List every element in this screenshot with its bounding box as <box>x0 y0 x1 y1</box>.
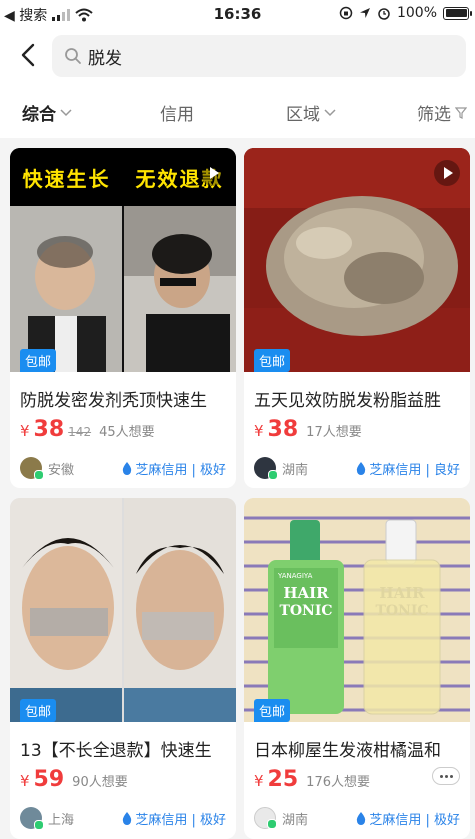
want-count: 17人想要 <box>306 425 362 440</box>
currency-symbol: ¥ <box>254 772 264 790</box>
product-image: 包邮 <box>10 498 236 722</box>
original-price: 142 <box>68 425 92 439</box>
product-image: YANAGIYA HAIR TONIC HAIR TONIC 包邮 <box>244 498 470 722</box>
seller-row: 湖南 芝麻信用 | 极好 <box>244 806 470 830</box>
filter-screen[interactable]: 筛选 <box>417 100 467 125</box>
price: 59 <box>33 767 65 792</box>
chevron-down-icon <box>324 108 336 116</box>
chevron-down-icon <box>60 108 72 116</box>
alarm-icon <box>378 8 390 20</box>
status-bar: ◀ 搜索 16:36 100% <box>0 0 475 28</box>
avatar[interactable] <box>20 457 44 480</box>
search-input[interactable] <box>88 46 428 66</box>
seller-row: 安徽 芝麻信用 | 极好 <box>10 456 236 480</box>
filter-label: 信用 <box>160 105 194 125</box>
water-drop-icon <box>357 811 366 825</box>
price: 25 <box>267 767 299 792</box>
hair-comparison-photo <box>10 206 236 372</box>
filter-comprehensive[interactable]: 综合 <box>22 100 72 125</box>
battery-percent: 100% <box>396 5 437 21</box>
bottle-label-text: HAIR TONIC <box>372 584 432 620</box>
play-video-icon[interactable] <box>434 160 460 186</box>
product-image: 包邮 <box>244 148 470 372</box>
water-drop-icon <box>357 461 366 475</box>
free-shipping-badge: 包邮 <box>254 699 291 722</box>
avatar[interactable] <box>20 807 44 830</box>
price: 38 <box>33 417 65 442</box>
banner-text-left: 快速生长 <box>22 166 111 191</box>
credit-text: 芝麻信用 | 极好 <box>369 812 460 828</box>
filter-label: 筛选 <box>417 105 451 125</box>
price-row: ¥ 38 17人想要 <box>244 411 470 442</box>
bottle-label-line: HAIR <box>379 584 425 602</box>
filter-credit[interactable]: 信用 <box>160 100 194 125</box>
play-video-icon[interactable] <box>200 160 226 186</box>
price-row: ¥ 38 142 45人想要 <box>10 411 236 442</box>
bottle-label-text: HAIR TONIC <box>276 584 336 620</box>
search-header <box>0 28 475 84</box>
seller-row: 上海 芝麻信用 | 极好 <box>10 806 236 830</box>
credit-badge: 芝麻信用 | 良好 <box>356 459 460 478</box>
product-title: 日本柳屋生发液柑橘温和 <box>254 741 441 761</box>
search-icon <box>65 48 81 64</box>
credit-text: 芝麻信用 | 极好 <box>135 462 226 478</box>
bottle-brand-text: YANAGIYA <box>278 572 313 580</box>
seller-row: 湖南 芝麻信用 | 良好 <box>244 456 470 480</box>
want-count: 176人想要 <box>306 775 370 790</box>
free-shipping-badge: 包邮 <box>254 349 291 372</box>
bottle-label-line: HAIR <box>283 584 329 602</box>
product-title: 防脱发密发剂秃顶快速生 <box>20 391 207 411</box>
bottle-label-line: TONIC <box>279 603 333 619</box>
seller-location: 上海 <box>48 812 75 828</box>
water-drop-icon <box>123 811 132 825</box>
filter-label: 综合 <box>22 105 56 125</box>
product-card[interactable]: 包邮 13【不长全退款】快速生 ¥ 59 90人想要 上海 芝麻信用 | 极好 <box>10 498 236 839</box>
filter-label: 区域 <box>286 105 320 125</box>
search-box[interactable] <box>52 35 466 77</box>
product-card[interactable]: 快速生长 无效退款 包邮 防脱发密发剂秃顶快速生 ¥ 38 142 45人想要 … <box>10 148 236 488</box>
want-count: 45人想要 <box>99 425 155 440</box>
credit-badge: 芝麻信用 | 极好 <box>356 809 460 828</box>
credit-text: 芝麻信用 | 极好 <box>135 812 226 828</box>
credit-text: 芝麻信用 | 良好 <box>369 462 460 478</box>
seller-location: 湖南 <box>282 812 309 828</box>
currency-symbol: ¥ <box>20 422 30 440</box>
product-title: 13【不长全退款】快速生 <box>20 741 212 761</box>
avatar[interactable] <box>254 807 277 829</box>
more-options-button[interactable] <box>432 767 460 785</box>
avatar[interactable] <box>254 457 278 480</box>
battery-icon <box>443 6 472 20</box>
currency-symbol: ¥ <box>254 422 264 440</box>
currency-symbol: ¥ <box>20 772 30 790</box>
status-right: 100% <box>339 5 472 21</box>
location-icon <box>359 8 370 18</box>
free-shipping-badge: 包邮 <box>20 349 57 372</box>
product-image: 快速生长 无效退款 包邮 <box>10 148 236 372</box>
bottle-label-line: TONIC <box>375 603 429 619</box>
seller-location: 安徽 <box>48 462 75 478</box>
credit-badge: 芝麻信用 | 极好 <box>122 809 226 828</box>
product-card[interactable]: 包邮 五天见效防脱发粉脂益胜 ¥ 38 17人想要 湖南 芝麻信用 | 良好 <box>244 148 470 488</box>
product-title: 五天见效防脱发粉脂益胜 <box>254 391 441 411</box>
want-count: 90人想要 <box>72 775 128 790</box>
price-row: ¥ 25 176人想要 <box>244 761 470 792</box>
back-arrow-icon[interactable] <box>14 40 44 70</box>
seller-location: 湖南 <box>282 462 309 478</box>
funnel-icon <box>455 106 467 119</box>
product-card[interactable]: YANAGIYA HAIR TONIC HAIR TONIC 包邮 日本柳屋生发… <box>244 498 470 839</box>
price: 38 <box>267 417 299 442</box>
free-shipping-badge: 包邮 <box>20 699 57 722</box>
credit-badge: 芝麻信用 | 极好 <box>122 459 226 478</box>
powder-photo <box>244 148 470 372</box>
orientation-lock-icon <box>339 6 353 20</box>
price-row: ¥ 59 90人想要 <box>10 761 236 792</box>
hairline-comparison-photo <box>10 498 236 722</box>
filter-bar: 综合 信用 区域 筛选 <box>0 84 475 138</box>
filter-region[interactable]: 区域 <box>286 100 336 125</box>
water-drop-icon <box>123 461 132 475</box>
